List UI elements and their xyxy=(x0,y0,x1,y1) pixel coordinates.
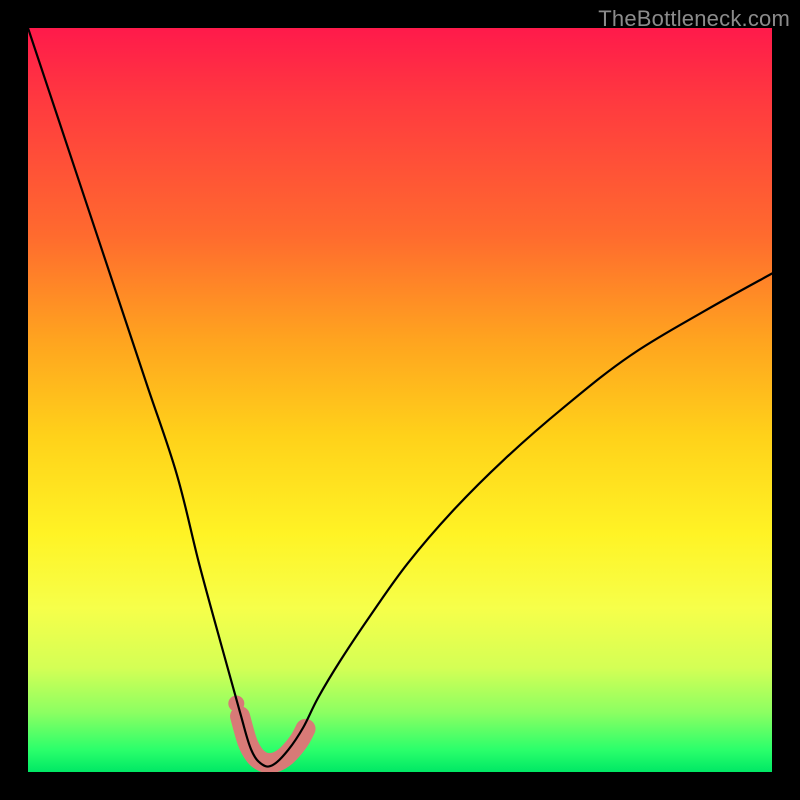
watermark: TheBottleneck.com xyxy=(598,6,790,32)
chart-area xyxy=(28,28,772,772)
bottleneck-plot xyxy=(28,28,772,772)
bottleneck-curve xyxy=(28,28,772,767)
